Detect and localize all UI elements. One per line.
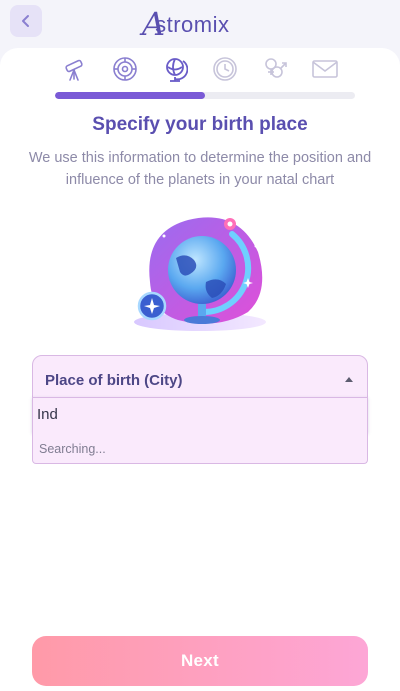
birth-place-select[interactable]: Place of birth (City) [32, 355, 368, 399]
next-button[interactable]: Next [32, 636, 368, 686]
globe-illustration [128, 212, 272, 336]
progress-fill [55, 92, 205, 99]
searching-status: Searching... [39, 442, 106, 456]
step-progress-bar [55, 92, 355, 99]
city-search-field[interactable] [32, 397, 368, 433]
search-results-dropdown: Searching... [32, 432, 368, 464]
telescope-icon[interactable] [60, 54, 90, 84]
top-bar: Astromix [0, 0, 400, 48]
logo-text: stromix [155, 12, 230, 37]
envelope-icon[interactable] [310, 54, 340, 84]
app-logo: Astromix [138, 2, 230, 42]
birth-place-label: Place of birth (City) [45, 372, 183, 389]
gender-icon[interactable] [260, 54, 290, 84]
logo-letter: A [142, 5, 166, 43]
chevron-left-icon [22, 15, 29, 27]
city-search-input[interactable] [33, 398, 357, 430]
next-button-label: Next [180, 651, 220, 670]
clock-icon[interactable] [210, 54, 240, 84]
globe-icon[interactable] [160, 54, 190, 84]
zodiac-wheel-icon[interactable] [110, 54, 140, 84]
chevron-up-icon[interactable] [345, 377, 353, 382]
step-icons [0, 54, 400, 84]
back-button[interactable] [10, 5, 42, 37]
page-subtitle: We use this information to determine the… [28, 150, 372, 188]
page-title: Specify your birth place [92, 114, 308, 135]
